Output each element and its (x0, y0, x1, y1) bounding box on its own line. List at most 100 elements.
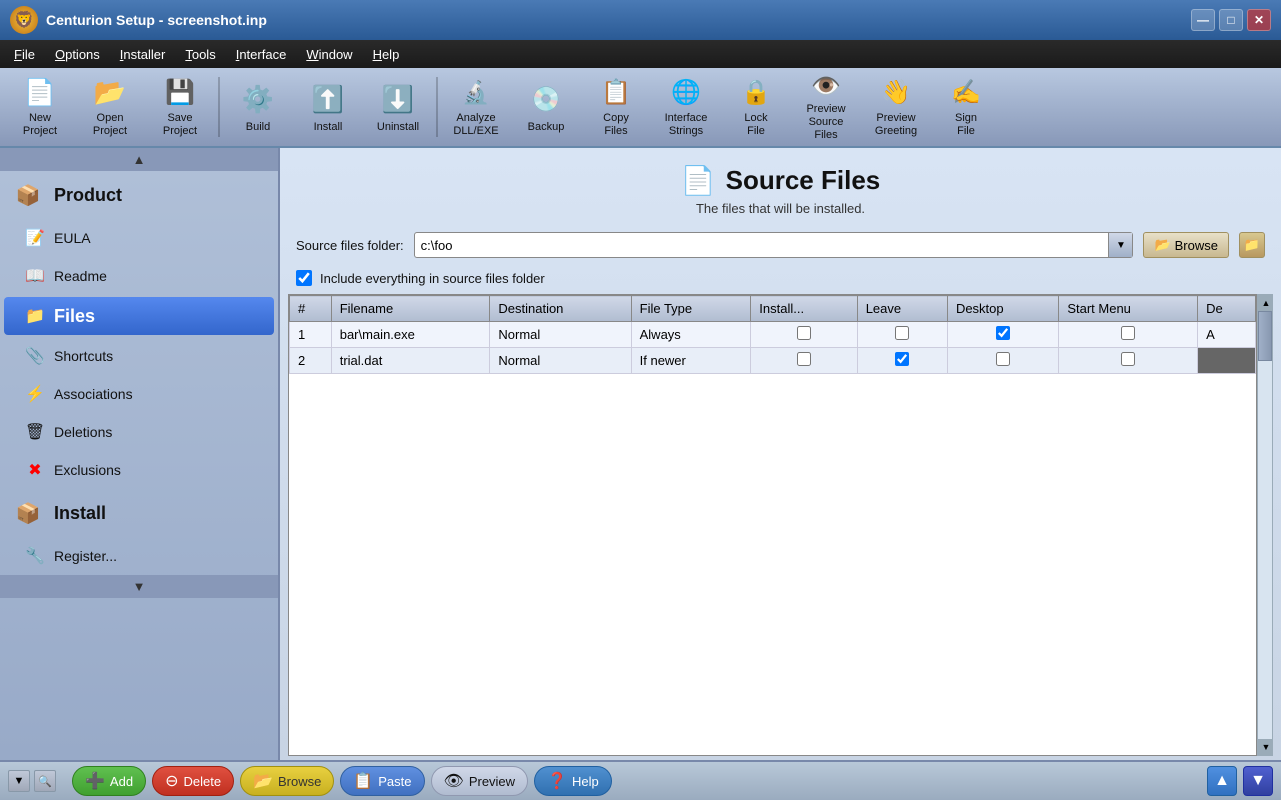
toolbar-save-project[interactable]: 💾 SaveProject (146, 72, 214, 142)
include-everything-checkbox[interactable] (296, 270, 312, 286)
toolbar-install[interactable]: ⬆️ Install (294, 72, 362, 142)
add-button[interactable]: ➕ Add (72, 766, 146, 796)
menu-window[interactable]: Window (296, 43, 362, 66)
toolbar-open-project[interactable]: 📂 OpenProject (76, 72, 144, 142)
row1-filename: bar\main.exe (331, 322, 490, 348)
col-num: # (290, 296, 332, 322)
toolbar-copy-files[interactable]: 📋 CopyFiles (582, 72, 650, 142)
scroll-down-btn[interactable]: ▼ (1258, 739, 1273, 755)
row1-install-cb[interactable] (797, 326, 811, 340)
help-label: Help (572, 774, 599, 789)
row1-desktop-cb[interactable] (996, 326, 1010, 340)
toolbar-sep-2 (436, 77, 438, 137)
row1-leave[interactable] (857, 322, 947, 348)
browse-bottom-button[interactable]: 📂 Browse (240, 766, 334, 796)
paste-button[interactable]: 📋 Paste (340, 766, 424, 796)
sidebar-item-associations[interactable]: ⚡ Associations (0, 375, 278, 413)
content-subtitle: The files that will be installed. (280, 201, 1281, 216)
app-title: Centurion Setup - screenshot.inp (46, 12, 1191, 28)
sidebar-item-exclusions[interactable]: ✖ Exclusions (0, 451, 278, 489)
row1-leave-cb[interactable] (895, 326, 909, 340)
interface-strings-label: InterfaceStrings (665, 112, 708, 138)
sidebar-item-readme[interactable]: 📖 Readme (0, 257, 278, 295)
save-project-icon: 💾 (160, 76, 200, 110)
sidebar-item-register[interactable]: 🔧 Register... (0, 537, 278, 575)
toolbar-preview-greeting[interactable]: 👋 PreviewGreeting (862, 72, 930, 142)
row2-startmenu-cb[interactable] (1121, 352, 1135, 366)
menu-file[interactable]: File (4, 43, 45, 66)
toolbar-new-project[interactable]: 📄 NewProject (6, 72, 74, 142)
files-section-icon: 📁 (24, 305, 46, 327)
sidebar-scroll-up[interactable]: ▲ (0, 148, 278, 171)
menu-interface[interactable]: Interface (226, 43, 297, 66)
toolbar-sign-file[interactable]: ✍️ SignFile (932, 72, 1000, 142)
row2-install-cb[interactable] (797, 352, 811, 366)
sidebar-scroll-down[interactable]: ▼ (0, 575, 278, 598)
col-filename: Filename (331, 296, 490, 322)
row2-install[interactable] (751, 348, 857, 374)
delete-label: Delete (183, 774, 221, 789)
nav-down-button[interactable]: ▼ (1243, 766, 1273, 796)
close-button[interactable]: ✕ (1247, 9, 1271, 31)
copy-files-icon: 📋 (596, 76, 636, 110)
source-folder-input[interactable] (415, 236, 1109, 255)
minimize-button[interactable]: — (1191, 9, 1215, 31)
row1-de: A (1198, 322, 1256, 348)
window-controls: — □ ✕ (1191, 9, 1271, 31)
row1-startmenu[interactable] (1059, 322, 1198, 348)
toolbar-build[interactable]: ⚙️ Build (224, 72, 292, 142)
browse-open-button[interactable]: 📁 (1239, 232, 1265, 258)
row2-filetype: If newer (631, 348, 751, 374)
toolbar-analyze[interactable]: 🔬 AnalyzeDLL/EXE (442, 72, 510, 142)
toolbar-preview-source[interactable]: 👁️ PreviewSource Files (792, 72, 860, 142)
help-button[interactable]: ❓ Help (534, 766, 612, 796)
checkbox-row: Include everything in source files folde… (280, 266, 1281, 290)
sidebar-item-eula[interactable]: 📝 EULA (0, 219, 278, 257)
shortcuts-label: Shortcuts (54, 348, 113, 364)
bottom-dropdown-btn[interactable]: ▼ (8, 770, 30, 792)
row2-desktop-cb[interactable] (996, 352, 1010, 366)
toolbar-interface-strings[interactable]: 🌐 InterfaceStrings (652, 72, 720, 142)
row2-leave-cb[interactable] (895, 352, 909, 366)
toolbar-lock-file[interactable]: 🔒 LockFile (722, 72, 790, 142)
row1-desktop[interactable] (947, 322, 1058, 348)
menu-options[interactable]: Options (45, 43, 110, 66)
help-icon: ❓ (547, 771, 567, 791)
row2-desktop[interactable] (947, 348, 1058, 374)
row1-startmenu-cb[interactable] (1121, 326, 1135, 340)
scroll-thumb[interactable] (1258, 311, 1272, 361)
sidebar-item-deletions[interactable]: 🗑 Deletions (0, 413, 278, 451)
eula-icon: 📝 (24, 227, 46, 249)
source-folder-dropdown[interactable]: ▼ (1108, 233, 1132, 257)
files-table-container[interactable]: # Filename Destination File Type Install… (288, 294, 1257, 756)
sidebar-item-shortcuts[interactable]: 📎 Shortcuts (0, 337, 278, 375)
menu-tools[interactable]: Tools (175, 43, 225, 66)
delete-button[interactable]: ⊖ Delete (152, 766, 234, 796)
col-filetype: File Type (631, 296, 751, 322)
bottom-search-btn[interactable]: 🔍 (34, 770, 56, 792)
lock-file-icon: 🔒 (736, 76, 776, 110)
sidebar-files-header[interactable]: 📁 Files (4, 297, 274, 335)
install-section-label: Install (54, 503, 106, 524)
paste-label: Paste (378, 774, 411, 789)
toolbar-uninstall[interactable]: ⬇️ Uninstall (364, 72, 432, 142)
menu-help[interactable]: Help (363, 43, 410, 66)
browse-button[interactable]: 📂 Browse (1143, 232, 1229, 258)
scroll-up-btn[interactable]: ▲ (1258, 295, 1273, 311)
analyze-label: AnalyzeDLL/EXE (453, 112, 498, 138)
exclusions-label: Exclusions (54, 462, 121, 478)
row2-leave[interactable] (857, 348, 947, 374)
browse-bottom-icon: 📂 (253, 771, 273, 791)
row1-install[interactable] (751, 322, 857, 348)
menu-installer[interactable]: Installer (110, 43, 176, 66)
row2-startmenu[interactable] (1059, 348, 1198, 374)
preview-button[interactable]: 👁 Preview (431, 766, 529, 796)
vertical-scrollbar[interactable]: ▲ ▼ (1257, 294, 1273, 756)
associations-label: Associations (54, 386, 133, 402)
maximize-button[interactable]: □ (1219, 9, 1243, 31)
row1-num: 1 (290, 322, 332, 348)
toolbar-backup[interactable]: 💿 Backup (512, 72, 580, 142)
nav-up-button[interactable]: ▲ (1207, 766, 1237, 796)
table-row: 2 trial.dat Normal If newer (290, 348, 1256, 374)
browse-label: Browse (1175, 238, 1218, 253)
